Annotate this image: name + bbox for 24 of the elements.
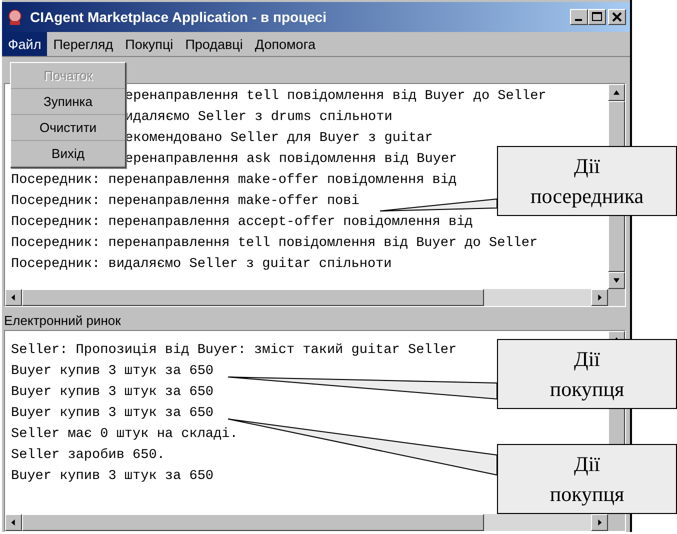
callout-text: Дії: [574, 153, 600, 180]
log-line: идаляємо Seller з drums спільноти: [125, 109, 392, 127]
panel-title: Електронний ринок: [3, 312, 122, 330]
log-line: еренаправлення ask повідомлення від Buyer: [125, 151, 458, 169]
log-line: Buyer купив 3 штук за 650: [11, 384, 214, 402]
callout-text: Дії: [574, 451, 600, 478]
callout-text: покупця: [550, 481, 624, 508]
log-line: Посередник: перенаправлення accept-offer повідомлення від: [11, 214, 473, 232]
log-line: еренаправлення tell повідомлення від Buyer до Seller: [125, 88, 546, 106]
log-line: Посередник: перенаправлення make-offer повідомлення від: [11, 172, 457, 190]
log-line: Buyer купив 3 штук за 650: [11, 363, 214, 381]
log-line: Buyer купив 3 штук за 650: [11, 468, 214, 486]
log-line: Seller має 0 штук на складі.: [11, 426, 238, 444]
callout-text: покупця: [550, 376, 624, 403]
log-line: Посередник: видаляємо Seller з guitar спільноти: [11, 256, 392, 274]
window-title: CIAgent Marketplace Application - в процесі: [30, 9, 328, 25]
log-line: Buyer купив 3 штук за 650: [11, 405, 214, 423]
log-line: Seller: Пропозиція від Buyer: зміст такий guitar Seller: [11, 342, 457, 360]
log-line: Seller заробив 650.: [11, 447, 165, 465]
log-line: екомендовано Seller для Buyer з guitar: [125, 130, 433, 148]
log-line: Посередник: перенаправлення make-offer пові: [11, 193, 360, 211]
callout-text: Дії: [574, 346, 600, 373]
callout-text: посередника: [530, 183, 644, 210]
log-line: Посередник: перенаправлення tell повідомлення від Buyer до Seller: [11, 235, 538, 253]
